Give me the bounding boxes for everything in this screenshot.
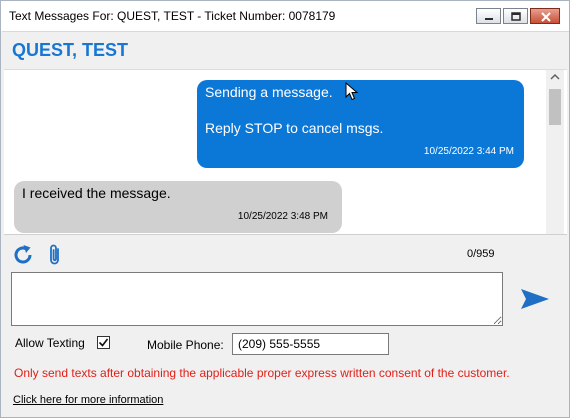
outgoing-message-bubble: Sending a message. Reply STOP to cancel … bbox=[197, 80, 524, 168]
checkmark-icon bbox=[98, 338, 109, 347]
title-bar[interactable]: Text Messages For: QUEST, TEST - Ticket … bbox=[1, 1, 569, 31]
window-title: Text Messages For: QUEST, TEST - Ticket … bbox=[9, 9, 336, 23]
close-icon bbox=[541, 12, 551, 22]
maximize-button[interactable] bbox=[503, 8, 528, 24]
consent-warning: Only send texts after obtaining the appl… bbox=[14, 366, 510, 380]
text-messages-window: Text Messages For: QUEST, TEST - Ticket … bbox=[0, 0, 570, 418]
character-counter: 0/959 bbox=[467, 248, 495, 260]
message-text: Reply STOP to cancel msgs. bbox=[205, 120, 384, 136]
conversation-header: QUEST, TEST bbox=[2, 31, 569, 67]
mobile-phone-field[interactable] bbox=[232, 333, 389, 355]
mobile-phone-label: Mobile Phone: bbox=[147, 338, 224, 352]
allow-texting-checkbox[interactable] bbox=[97, 336, 110, 349]
more-information-link[interactable]: Click here for more information bbox=[13, 394, 163, 406]
allow-texting-label: Allow Texting bbox=[15, 336, 85, 350]
message-timestamp: 10/25/2022 3:44 PM bbox=[423, 146, 514, 157]
refresh-icon[interactable] bbox=[11, 243, 35, 267]
close-button[interactable] bbox=[530, 8, 560, 24]
minimize-icon bbox=[485, 18, 493, 20]
message-text: Sending a message. bbox=[205, 84, 333, 100]
scroll-up-arrow-icon[interactable] bbox=[550, 73, 560, 81]
scrollbar-thumb[interactable] bbox=[549, 89, 561, 125]
message-thread[interactable]: Sending a message. Reply STOP to cancel … bbox=[4, 69, 567, 235]
message-timestamp: 10/25/2022 3:48 PM bbox=[237, 211, 328, 222]
incoming-message-bubble: I received the message. 10/25/2022 3:48 … bbox=[14, 181, 342, 233]
send-icon[interactable] bbox=[519, 287, 551, 311]
message-text: I received the message. bbox=[22, 185, 171, 201]
vertical-scrollbar[interactable] bbox=[546, 70, 564, 234]
contact-name: QUEST, TEST bbox=[12, 40, 129, 60]
attachment-icon[interactable] bbox=[46, 243, 64, 267]
message-compose-field[interactable] bbox=[11, 272, 503, 326]
minimize-button[interactable] bbox=[476, 8, 501, 24]
mouse-pointer-icon bbox=[345, 82, 359, 101]
maximize-icon bbox=[511, 12, 521, 21]
